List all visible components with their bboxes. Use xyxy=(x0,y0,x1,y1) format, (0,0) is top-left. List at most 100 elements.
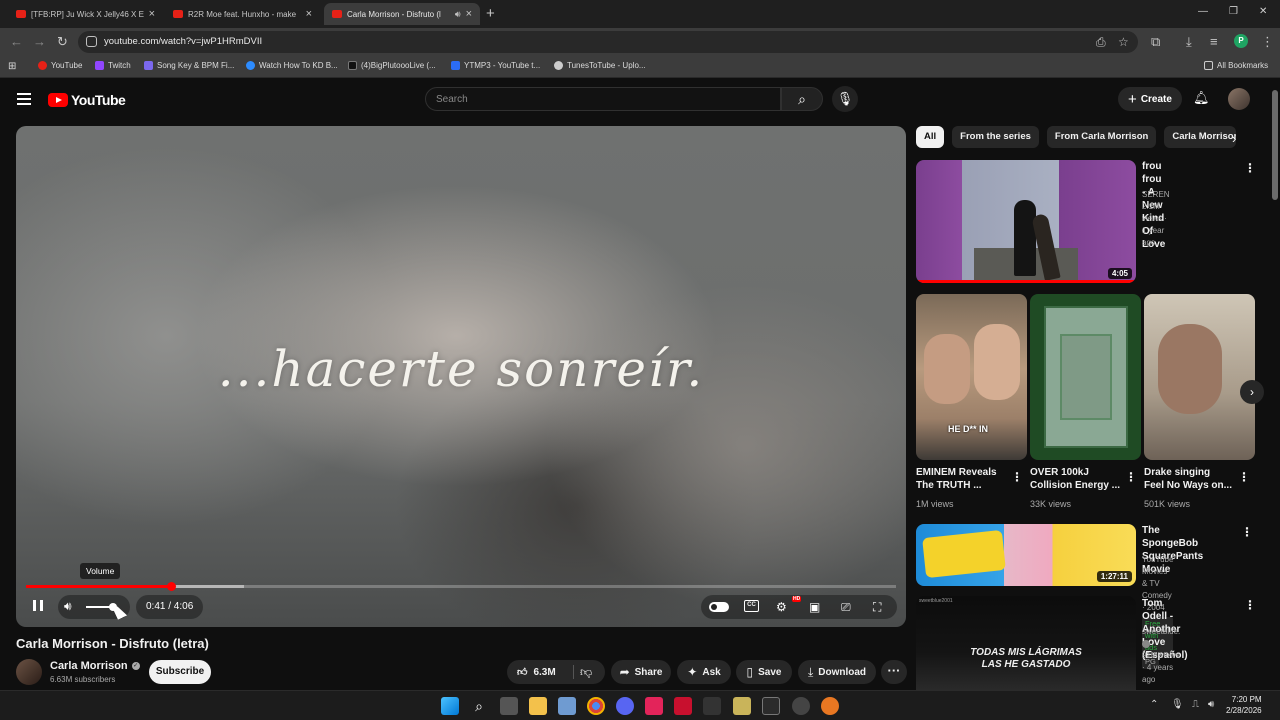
video-thumbnail[interactable]: 1:27:11 xyxy=(916,524,1136,586)
bell-icon[interactable]: 🔔︎ xyxy=(1193,90,1210,106)
new-tab-button[interactable]: + xyxy=(486,5,495,22)
media-control-icon[interactable]: ≡ xyxy=(1210,34,1218,50)
all-bookmarks-button[interactable]: All Bookmarks xyxy=(1204,61,1268,70)
minimize-icon[interactable]: — xyxy=(1198,6,1208,17)
back-icon[interactable]: ← xyxy=(10,34,23,50)
miniplayer-icon[interactable]: ▣ xyxy=(809,599,820,615)
browser-tab[interactable]: [TFB:RP] Ju Wick X Jelly46 X Eli × xyxy=(8,3,163,25)
like-button[interactable]: 👍︎ 6.3M xyxy=(517,660,556,684)
create-button[interactable]: + Create xyxy=(1118,87,1182,111)
search-icon[interactable]: ⌕ xyxy=(470,697,488,715)
chip-from-carla-morrison[interactable]: From Carla Morrison xyxy=(1046,126,1157,148)
shorts-next-button[interactable]: › xyxy=(1240,380,1264,404)
app-icon[interactable] xyxy=(762,697,780,715)
more-vertical-icon[interactable]: ⋮ xyxy=(1011,470,1023,484)
app-icon[interactable] xyxy=(703,697,721,715)
site-info-icon[interactable] xyxy=(86,36,97,47)
profile-avatar[interactable]: P xyxy=(1234,34,1248,48)
short-thumbnail[interactable] xyxy=(1030,294,1141,460)
channel-avatar[interactable] xyxy=(16,659,42,685)
photos-icon[interactable] xyxy=(558,697,576,715)
cast-icon[interactable]: ⎚ xyxy=(841,599,851,615)
video-player[interactable]: ...hacerte sonreír. Volume 🔊︎ 0:41 / 4:0… xyxy=(16,126,906,627)
short-thumbnail[interactable] xyxy=(1144,294,1255,460)
app-icon[interactable] xyxy=(674,697,692,715)
task-view-icon[interactable] xyxy=(500,697,518,715)
pause-button[interactable] xyxy=(30,598,46,614)
more-vertical-icon[interactable]: ⋮ xyxy=(1125,470,1137,484)
gear-icon[interactable]: ⚙︎ xyxy=(776,599,787,615)
voice-search-button[interactable]: 🎙︎ xyxy=(832,86,858,112)
close-tab-icon[interactable]: × xyxy=(466,8,472,20)
volume-icon[interactable]: 🔊︎ xyxy=(64,599,72,614)
thumbs-down-icon[interactable]: 👎︎ xyxy=(580,665,592,680)
autoplay-toggle[interactable] xyxy=(709,602,729,612)
chip-carla-morrison[interactable]: Carla Morrison xyxy=(1164,126,1237,148)
close-window-icon[interactable]: ✕ xyxy=(1259,6,1267,17)
bookmark-item[interactable]: TunesToTube - Uplo... xyxy=(554,61,646,70)
file-explorer-icon[interactable] xyxy=(529,697,547,715)
bookmark-item[interactable]: YouTube xyxy=(38,61,82,70)
forward-icon[interactable]: → xyxy=(33,34,46,50)
search-button[interactable]: ⌕ xyxy=(781,87,823,111)
bookmark-item[interactable]: YTMP3 - YouTube t... xyxy=(451,61,540,70)
tray-chevron-icon[interactable]: ⌃ xyxy=(1150,699,1158,710)
address-bar[interactable]: youtube.com/watch?v=jwP1HRmDVII ⎙ ☆ xyxy=(78,31,1138,53)
save-button[interactable]: ▯ Save xyxy=(736,660,792,684)
download-button[interactable]: ⤓ Download xyxy=(798,660,876,684)
browser-tab[interactable]: R2R Moe feat. Hunxho - make × xyxy=(165,3,320,25)
subscribe-button[interactable]: Subscribe xyxy=(149,660,211,684)
account-avatar[interactable] xyxy=(1228,88,1250,110)
short-thumbnail[interactable]: HE D** IN xyxy=(916,294,1027,460)
downloads-icon[interactable]: ⤓ xyxy=(1186,34,1192,50)
chevron-right-icon[interactable]: › xyxy=(1232,131,1236,146)
system-clock[interactable]: 7:20 PM 2/28/2026 xyxy=(1226,694,1262,716)
apps-grid-icon[interactable]: ⊞ xyxy=(8,61,16,72)
close-tab-icon[interactable]: × xyxy=(149,8,155,20)
youtube-logo[interactable]: YouTube xyxy=(48,92,126,108)
page-scrollbar[interactable] xyxy=(1270,80,1280,690)
video-thumbnail[interactable]: 4:05 xyxy=(916,160,1136,283)
start-icon[interactable] xyxy=(441,697,459,715)
menu-kebab-icon[interactable]: ⋮ xyxy=(1261,34,1274,50)
maximize-icon[interactable]: ❐ xyxy=(1229,6,1238,17)
app-icon[interactable] xyxy=(792,697,810,715)
channel-name[interactable]: Carla Morrison ✓ xyxy=(50,660,140,672)
volume-icon[interactable]: 🔊︎ xyxy=(1208,699,1214,710)
scrubber-knob[interactable] xyxy=(167,582,176,591)
bookmark-item[interactable]: Twitch xyxy=(95,61,131,70)
subtitles-button[interactable]: CC xyxy=(744,600,759,612)
ask-button[interactable]: ✦ Ask xyxy=(677,660,731,684)
bookmark-item[interactable]: Song Key & BPM Fi... xyxy=(144,61,234,70)
reload-icon[interactable]: ↻ xyxy=(57,34,68,50)
extensions-icon[interactable]: ⧉ xyxy=(1151,34,1160,50)
app-icon[interactable] xyxy=(733,697,751,715)
share-button[interactable]: ➦ Share xyxy=(611,660,671,684)
progress-bar[interactable] xyxy=(26,582,896,591)
close-tab-icon[interactable]: × xyxy=(306,8,312,20)
network-icon[interactable]: ⎍ xyxy=(1192,699,1199,710)
more-vertical-icon[interactable]: ⋮ xyxy=(1238,470,1250,484)
discord-icon[interactable] xyxy=(616,697,634,715)
mic-icon[interactable]: 🎙︎ xyxy=(1171,699,1184,710)
speaker-icon[interactable]: 🔊︎ xyxy=(455,9,461,20)
more-vertical-icon[interactable]: ⋮ xyxy=(1241,525,1253,539)
scrollbar-thumb[interactable] xyxy=(1272,90,1278,200)
chrome-icon[interactable] xyxy=(587,697,605,715)
url-text[interactable]: youtube.com/watch?v=jwP1HRmDVII xyxy=(104,36,262,47)
install-app-icon[interactable]: ⎙ xyxy=(1096,35,1106,50)
more-actions-button[interactable]: ··· xyxy=(881,660,907,684)
bookmark-star-icon[interactable]: ☆ xyxy=(1118,35,1129,49)
more-vertical-icon[interactable]: ⋮ xyxy=(1244,598,1256,612)
bookmark-item[interactable]: Watch How To KD B... xyxy=(246,61,338,70)
video-thumbnail[interactable]: sweetblue2001 TODAS MIS LÁGRIMAS LAS HE … xyxy=(916,596,1136,690)
browser-tab-active[interactable]: Carla Morrison - Disfruto (l 🔊︎ × xyxy=(324,3,480,25)
bookmark-item[interactable]: (4)BigPlutoooLive (... xyxy=(348,61,436,70)
search-input[interactable]: Search xyxy=(425,87,781,111)
hamburger-menu-icon[interactable] xyxy=(17,93,31,105)
chip-all[interactable]: All xyxy=(916,126,945,148)
fl-studio-icon[interactable] xyxy=(821,697,839,715)
fullscreen-icon[interactable]: ⛶ xyxy=(873,599,881,615)
more-vertical-icon[interactable]: ⋮ xyxy=(1244,161,1256,175)
chip-from-the-series[interactable]: From the series xyxy=(952,126,1039,148)
